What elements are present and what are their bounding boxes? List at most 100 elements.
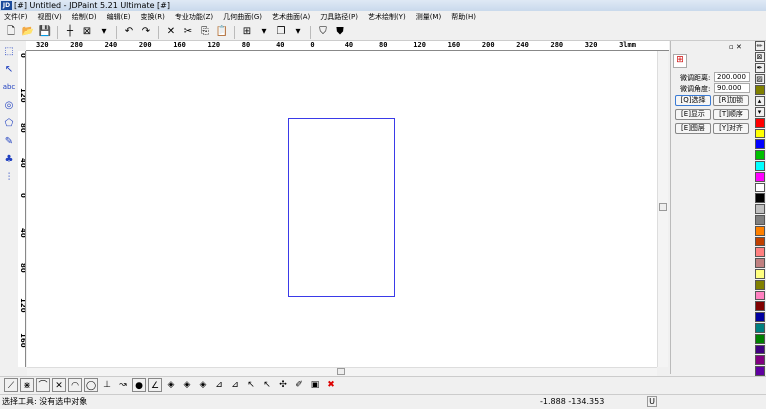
panel-button[interactable]: [Y]对齐 xyxy=(713,123,749,134)
color-swatch[interactable] xyxy=(754,268,765,279)
menu-item[interactable]: 编辑(E) xyxy=(107,11,131,24)
angle-icon[interactable]: ∠ xyxy=(148,378,162,392)
menu-item[interactable]: 文件(F) xyxy=(4,11,28,24)
cursor-x-icon[interactable]: ↖ xyxy=(244,378,258,392)
color-swatch[interactable] xyxy=(754,214,765,225)
color-swatch[interactable] xyxy=(754,182,765,193)
tree-icon[interactable]: ♣ xyxy=(2,152,17,167)
color-swatch[interactable] xyxy=(754,279,765,290)
open-folder-icon[interactable]: 📂 xyxy=(21,25,35,39)
menu-item[interactable]: 绘制(D) xyxy=(72,11,97,24)
color-swatch[interactable] xyxy=(754,117,765,128)
dropdown-icon[interactable]: ▾ xyxy=(97,25,111,39)
scroll-thumb[interactable] xyxy=(659,203,667,211)
eyedropper-icon[interactable]: ✒ xyxy=(754,63,765,73)
color-swatch[interactable] xyxy=(754,290,765,301)
color-swatch[interactable] xyxy=(754,312,765,322)
tool-path-icon[interactable]: ⫶ xyxy=(2,170,17,185)
color-swatch[interactable] xyxy=(754,193,765,204)
new-file-icon[interactable]: 🗋 xyxy=(4,25,18,39)
undo-icon[interactable]: ↶ xyxy=(122,25,136,39)
pencil-icon[interactable]: ✏ xyxy=(754,41,765,51)
color-swatch[interactable] xyxy=(754,301,765,312)
color-swatch[interactable] xyxy=(754,236,765,247)
color-swatch[interactable] xyxy=(754,204,765,214)
line-icon[interactable]: ⟋ xyxy=(4,378,18,392)
dropdown-icon[interactable]: ▾ xyxy=(257,25,271,39)
cut-icon[interactable]: ✂ xyxy=(181,25,195,39)
node-edit-icon[interactable]: ↖ xyxy=(2,62,17,77)
shield-icon[interactable]: ⛉ xyxy=(316,25,330,39)
color-swatch[interactable] xyxy=(754,128,765,139)
distance-input[interactable]: 200.000 xyxy=(714,72,750,82)
horizontal-scrollbar[interactable] xyxy=(27,367,657,376)
select-tool-icon[interactable]: ⬚ xyxy=(2,44,17,59)
arc-tangent-icon[interactable]: ◠ xyxy=(68,378,82,392)
color-swatch[interactable] xyxy=(754,366,765,376)
color-swatch[interactable] xyxy=(754,258,765,268)
panel-button[interactable]: [T]顺序 xyxy=(713,109,749,120)
delete-icon[interactable]: ✕ xyxy=(164,25,178,39)
color-swatch[interactable] xyxy=(754,247,765,258)
color-swatch[interactable] xyxy=(754,333,765,344)
diamond-icon[interactable]: ◈ xyxy=(196,378,210,392)
tangent-icon[interactable]: ↝ xyxy=(116,378,130,392)
menu-item[interactable]: 刀具路径(P) xyxy=(320,11,358,24)
point-snap-icon[interactable]: ⋇ xyxy=(20,378,34,392)
menu-item[interactable]: 帮助(H) xyxy=(451,11,476,24)
menu-item[interactable]: 艺术绘制(Y) xyxy=(368,11,406,24)
align-icon[interactable]: ⊿ xyxy=(212,378,226,392)
copy-icon[interactable]: ⎘ xyxy=(198,25,212,39)
panel-close-icon[interactable]: ▫ ✕ xyxy=(729,43,742,51)
align-icon[interactable]: ⊿ xyxy=(228,378,242,392)
panel-button[interactable]: [R]加锁 xyxy=(713,95,749,106)
dropdown-icon[interactable]: ▾ xyxy=(291,25,305,39)
crosshair-icon[interactable]: ┼ xyxy=(63,25,77,39)
redo-icon[interactable]: ↷ xyxy=(139,25,153,39)
eraser-icon[interactable]: ✎ xyxy=(2,134,17,149)
paste-icon[interactable]: 📋 xyxy=(215,25,229,39)
intersect-icon[interactable]: ✕ xyxy=(52,378,66,392)
color-swatch[interactable] xyxy=(754,322,765,333)
color-swatch[interactable] xyxy=(754,150,765,160)
menu-item[interactable]: 视图(V) xyxy=(38,11,62,24)
panel-button[interactable]: [Q]选择 xyxy=(675,95,711,106)
save-icon[interactable]: 💾 xyxy=(38,25,52,39)
shield-filled-icon[interactable]: ⛊ xyxy=(333,25,347,39)
no-color-icon[interactable]: ⊠ xyxy=(754,52,765,62)
rectangle-shape[interactable] xyxy=(288,118,395,297)
scroll-up-icon[interactable]: ▴ xyxy=(754,95,765,106)
layers-icon[interactable]: ❐ xyxy=(274,25,288,39)
arc-icon[interactable]: ⌒ xyxy=(36,378,50,392)
circle-snap-icon[interactable]: ◯ xyxy=(84,378,98,392)
scroll-thumb[interactable] xyxy=(337,368,345,375)
color-swatch[interactable] xyxy=(754,160,765,171)
menu-item[interactable]: 变换(R) xyxy=(141,11,165,24)
menu-item[interactable]: 专业功能(Z) xyxy=(175,11,213,24)
transform-icon[interactable]: ◎ xyxy=(2,98,17,113)
center-point-icon[interactable]: ● xyxy=(132,378,146,392)
panel-button[interactable]: [E]显示 xyxy=(675,109,711,120)
close-red-icon[interactable]: ✖ xyxy=(324,378,338,392)
color-swatch[interactable] xyxy=(754,355,765,366)
color-swatch[interactable] xyxy=(754,139,765,150)
vertical-scrollbar[interactable] xyxy=(657,51,668,367)
scroll-down-icon[interactable]: ▾ xyxy=(754,106,765,117)
color-edit-icon[interactable]: ▨ xyxy=(754,74,765,84)
polygon-icon[interactable]: ⬠ xyxy=(2,116,17,131)
menu-item[interactable]: 艺术曲面(A) xyxy=(272,11,310,24)
panel-tab-icon[interactable]: ⊞ xyxy=(673,54,687,68)
grid-icon[interactable]: ⊞ xyxy=(240,25,254,39)
olive-swatch-icon[interactable] xyxy=(754,85,765,95)
menu-item[interactable]: 测量(M) xyxy=(416,11,442,24)
color-swatch[interactable] xyxy=(754,225,765,236)
diamond-icon[interactable]: ◈ xyxy=(164,378,178,392)
angle-input[interactable]: 90.000 xyxy=(714,83,750,93)
color-swatch[interactable] xyxy=(754,171,765,182)
cursor-x-icon[interactable]: ↖ xyxy=(260,378,274,392)
menu-item[interactable]: 几何曲面(G) xyxy=(223,11,262,24)
snap-node-icon[interactable]: ✣ xyxy=(276,378,290,392)
snap-edit-icon[interactable]: ✐ xyxy=(292,378,306,392)
panel-button[interactable]: [E]图层 xyxy=(675,123,711,134)
text-tool-icon[interactable]: abc xyxy=(2,80,17,95)
